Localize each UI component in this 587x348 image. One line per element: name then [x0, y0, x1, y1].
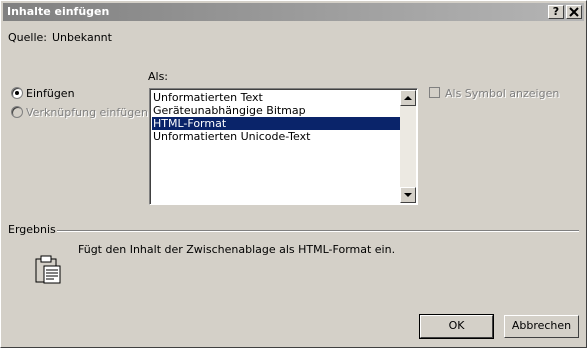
- source-value: Unbekannt: [52, 31, 112, 44]
- listbox-scrollbar[interactable]: [400, 90, 416, 203]
- paste-radio[interactable]: [11, 87, 23, 99]
- arrow-down-icon: [404, 193, 412, 197]
- ok-button[interactable]: OK: [419, 314, 494, 339]
- result-divider: [57, 230, 579, 232]
- title-bar: Inhalte einfügen ?: [3, 3, 584, 21]
- help-button[interactable]: ?: [548, 5, 564, 19]
- dialog-title: Inhalte einfügen: [7, 5, 110, 18]
- scroll-up-button[interactable]: [400, 90, 416, 106]
- format-list-item[interactable]: HTML-Format: [152, 117, 402, 130]
- paste-link-radio-label[interactable]: Verknüpfung einfügen:: [26, 106, 152, 119]
- close-icon: [569, 7, 579, 17]
- close-button[interactable]: [566, 5, 582, 19]
- format-list: Unformatierten Text Geräteunabhängige Bit…: [152, 91, 402, 143]
- result-text: Fügt den Inhalt der Zwischenablage als H…: [78, 243, 396, 256]
- paste-link-radio[interactable]: [11, 106, 23, 118]
- as-symbol-label[interactable]: Als Symbol anzeigen: [445, 87, 559, 100]
- as-symbol-checkbox[interactable]: [429, 87, 440, 98]
- paste-special-dialog: Inhalte einfügen ? Quelle: Unbekannt Als…: [0, 0, 587, 348]
- scroll-down-button[interactable]: [400, 187, 416, 203]
- format-list-item[interactable]: Unformatierten Unicode-Text: [152, 130, 402, 143]
- clipboard-icon: [35, 255, 61, 284]
- format-list-item[interactable]: Unformatierten Text: [152, 91, 402, 104]
- cancel-button[interactable]: Abbrechen: [504, 315, 579, 338]
- source-label: Quelle:: [8, 31, 47, 44]
- format-list-item[interactable]: Geräteunabhängige Bitmap: [152, 104, 402, 117]
- format-listbox[interactable]: Unformatierten Text Geräteunabhängige Bit…: [149, 88, 418, 205]
- as-label: Als:: [148, 70, 169, 83]
- result-label: Ergebnis: [8, 223, 56, 236]
- paste-radio-label[interactable]: Einfügen: [26, 87, 75, 100]
- arrow-up-icon: [404, 96, 412, 100]
